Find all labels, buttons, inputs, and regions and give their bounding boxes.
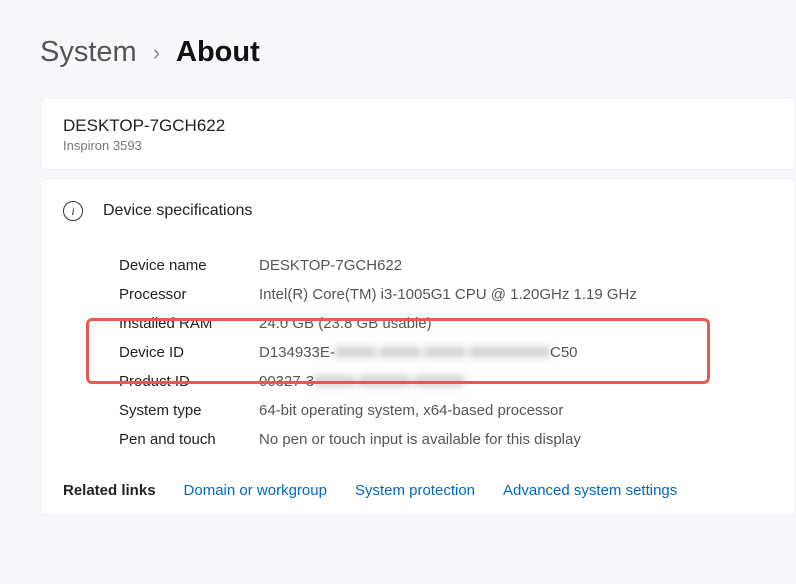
link-advanced-system-settings[interactable]: Advanced system settings bbox=[503, 482, 677, 499]
spec-row-product-id: Product ID 00327-3XXXX-XXXXX-XXXXX bbox=[119, 367, 773, 396]
related-links: Related links Domain or workgroup System… bbox=[41, 454, 773, 499]
device-summary-card: DESKTOP-7GCH622 Inspiron 3593 bbox=[40, 97, 796, 170]
spec-label: System type bbox=[119, 402, 259, 419]
spec-value: 24.0 GB (23.8 GB usable) bbox=[259, 315, 432, 332]
spec-label: Device ID bbox=[119, 344, 259, 361]
spec-label: Installed RAM bbox=[119, 315, 259, 332]
spec-label: Device name bbox=[119, 257, 259, 274]
info-icon: i bbox=[63, 201, 83, 221]
chevron-right-icon: › bbox=[153, 40, 160, 66]
device-model: Inspiron 3593 bbox=[63, 138, 773, 153]
spec-value: DESKTOP-7GCH622 bbox=[259, 257, 402, 274]
spec-value: D134933E-XXXX-XXXX-XXXX-XXXXXXXXC50 bbox=[259, 344, 578, 361]
spec-label: Processor bbox=[119, 286, 259, 303]
spec-value: Intel(R) Core(TM) i3-1005G1 CPU @ 1.20GH… bbox=[259, 286, 637, 303]
spec-row-system-type: System type 64-bit operating system, x64… bbox=[119, 396, 773, 425]
spec-value: No pen or touch input is available for t… bbox=[259, 431, 581, 448]
spec-value: 64-bit operating system, x64-based proce… bbox=[259, 402, 563, 419]
spec-title: Device specifications bbox=[103, 202, 252, 220]
spec-row-pen-touch: Pen and touch No pen or touch input is a… bbox=[119, 425, 773, 454]
link-domain-workgroup[interactable]: Domain or workgroup bbox=[184, 482, 327, 499]
spec-label: Product ID bbox=[119, 373, 259, 390]
spec-row-ram: Installed RAM 24.0 GB (23.8 GB usable) bbox=[119, 309, 773, 338]
device-name: DESKTOP-7GCH622 bbox=[63, 116, 773, 136]
device-specifications-card: i Device specifications Device name DESK… bbox=[40, 178, 796, 516]
spec-row-device-id: Device ID D134933E-XXXX-XXXX-XXXX-XXXXXX… bbox=[119, 338, 773, 367]
breadcrumb: System › About bbox=[0, 0, 796, 97]
spec-row-device-name: Device name DESKTOP-7GCH622 bbox=[119, 251, 773, 280]
spec-header[interactable]: i Device specifications bbox=[63, 201, 773, 221]
spec-label: Pen and touch bbox=[119, 431, 259, 448]
link-system-protection[interactable]: System protection bbox=[355, 482, 475, 499]
device-id-prefix: D134933E- bbox=[259, 344, 335, 361]
spec-table: Device name DESKTOP-7GCH622 Processor In… bbox=[119, 251, 773, 454]
spec-row-processor: Processor Intel(R) Core(TM) i3-1005G1 CP… bbox=[119, 280, 773, 309]
product-id-prefix: 00327-3 bbox=[259, 373, 314, 390]
device-id-suffix: C50 bbox=[550, 344, 578, 361]
spec-value: 00327-3XXXX-XXXXX-XXXXX bbox=[259, 373, 464, 390]
breadcrumb-parent[interactable]: System bbox=[40, 36, 137, 69]
device-id-redacted: XXXX-XXXX-XXXX-XXXXXXXX bbox=[335, 344, 550, 361]
breadcrumb-current: About bbox=[176, 36, 260, 69]
related-links-label: Related links bbox=[63, 482, 156, 499]
product-id-redacted: XXXX-XXXXX-XXXXX bbox=[314, 373, 464, 390]
